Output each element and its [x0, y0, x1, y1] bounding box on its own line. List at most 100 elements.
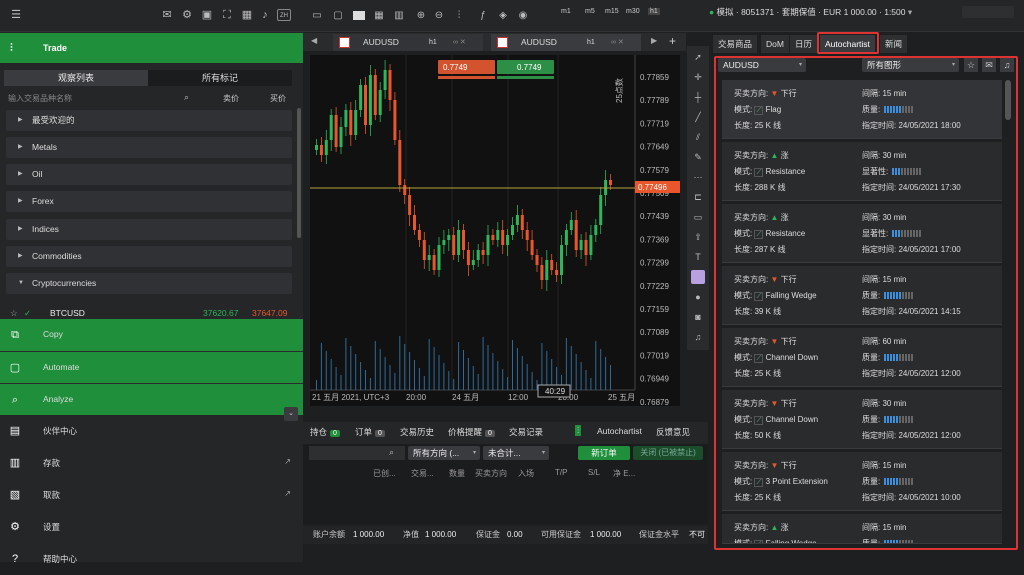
positions-search-input[interactable]: ⌕: [309, 446, 405, 460]
category-favorites[interactable]: ▶ 最受欢迎的: [6, 110, 292, 131]
tab-calendar[interactable]: 日历: [790, 35, 818, 53]
hline-icon[interactable]: ┼: [691, 90, 705, 104]
layout-grid-icon[interactable]: ▦: [373, 10, 385, 22]
dot-icon[interactable]: ●: [691, 290, 705, 304]
tab-positions[interactable]: 持仓 0: [310, 426, 340, 438]
account-info[interactable]: ● 模拟 · 8051371 · 套期保值 · EUR 1 000.00 · 1…: [709, 6, 949, 20]
feedback-button[interactable]: 反馈意见: [656, 426, 690, 438]
timeframe-h1[interactable]: h1: [648, 8, 660, 15]
bell-icon[interactable]: ♫: [691, 330, 705, 344]
timeframe-m30[interactable]: m30: [626, 8, 640, 15]
sidebar-item-copy[interactable]: ⧉ Copy: [0, 319, 303, 351]
tab-orders[interactable]: 订单 0: [355, 426, 385, 438]
buy-price[interactable]: 37647.09: [252, 308, 287, 318]
sidebar-item-analyze[interactable]: ⌕ Analyze: [0, 383, 303, 415]
symbol-filter[interactable]: AUDUSD ▾: [718, 58, 806, 72]
candles-type-icon[interactable]: ⫶: [453, 10, 465, 22]
channel-icon[interactable]: ⫽: [691, 130, 705, 144]
pattern-card[interactable]: 买卖方向: ▲ 涨模式: ⟋ Resistance 长度: 288 K 线 间隔: …: [722, 142, 1002, 201]
layers-icon[interactable]: ◈: [497, 10, 509, 22]
top-right-control[interactable]: [962, 6, 1014, 18]
tab-news[interactable]: 新闻: [880, 35, 908, 53]
sidebar-item-automate[interactable]: ▢ Automate: [0, 351, 303, 383]
category-oil[interactable]: ▶ Oil: [6, 164, 292, 185]
zoom-out-icon[interactable]: ⊖: [433, 10, 445, 22]
category-metals[interactable]: ▶ Metals: [6, 137, 292, 158]
timeframe-m5[interactable]: m5: [585, 8, 595, 15]
autochartist-scrollbar[interactable]: [1005, 80, 1011, 120]
pattern-card[interactable]: 买卖方向: ▼ 下行 模式: ⟋ Falling Wedge 长度: 39 K 线 间…: [722, 266, 1002, 325]
hamburger-menu-icon[interactable]: ☰: [9, 9, 23, 21]
timeframe-m1[interactable]: m1: [561, 8, 571, 15]
zoom-in-icon[interactable]: ⊕: [415, 10, 427, 22]
watchlist-scrollbar[interactable]: [297, 108, 301, 238]
column-header[interactable]: 数量: [449, 468, 465, 479]
tab-trade-log[interactable]: 交易记录: [509, 426, 543, 438]
layout-single-icon[interactable]: [353, 11, 365, 20]
prev-tab-icon[interactable]: ◀: [311, 36, 317, 45]
pattern-card[interactable]: 买卖方向: ▼ 下行 模式: ⟋ Flag 长度: 25 K 线 间隔: 15 min…: [722, 80, 1002, 139]
autochartist-button[interactable]: Autochartist: [597, 426, 642, 436]
color-icon[interactable]: [691, 270, 705, 284]
sound-icon[interactable]: ♪: [258, 9, 272, 21]
category-forex[interactable]: ▶ Forex: [6, 191, 292, 212]
aggregate-filter[interactable]: 未合计... ▾: [483, 446, 549, 460]
search-icon[interactable]: ⌕: [184, 92, 189, 103]
tab-watchlist[interactable]: 观察列表: [4, 70, 148, 86]
category-indices[interactable]: ▶ Indices: [6, 219, 292, 240]
tab-trade-history[interactable]: 交易历史: [400, 426, 434, 438]
single-chart-icon[interactable]: ▢: [332, 10, 344, 22]
sidebar-item-deposit[interactable]: ▥ 存款 ↗: [0, 447, 303, 479]
monitor-icon[interactable]: ▭: [311, 10, 323, 22]
crosshair-icon[interactable]: ✛: [691, 70, 705, 84]
bell-icon[interactable]: ♫: [1000, 58, 1014, 72]
new-order-button[interactable]: 新订单: [578, 446, 630, 460]
column-header[interactable]: 交易...: [411, 468, 434, 479]
direction-filter[interactable]: 所有方向 (... ▾: [408, 446, 480, 460]
chart-tab-1[interactable]: AUDUSD h1 ∞ ✕: [333, 34, 483, 51]
sidebar-item-withdraw[interactable]: ▧ 取款 ↗: [0, 479, 303, 511]
column-header[interactable]: S/L: [588, 468, 600, 477]
chart-tab-2[interactable]: AUDUSD h1 ∞ ✕: [491, 34, 641, 51]
trade-section-header[interactable]: ⫶ Trade: [0, 33, 303, 63]
pattern-filter[interactable]: 所有图形 ▾: [862, 58, 959, 72]
column-header[interactable]: 买卖方向: [475, 468, 507, 479]
image-icon[interactable]: ▣: [200, 9, 214, 21]
tab-all-symbols[interactable]: 所有标记: [148, 70, 292, 86]
eye-icon[interactable]: ◉: [517, 10, 529, 22]
cursor-icon[interactable]: ➚: [691, 50, 705, 64]
camera-icon[interactable]: ◙: [691, 310, 705, 324]
column-header[interactable]: 净 E...: [613, 468, 635, 479]
tab-price-alerts[interactable]: 价格提醒 0: [448, 426, 495, 438]
column-header[interactable]: T/P: [555, 468, 567, 477]
sell-price[interactable]: 37620.67: [203, 308, 238, 318]
sidebar-item-settings[interactable]: ⚙ 设置: [0, 511, 303, 543]
layout-icon[interactable]: ▦: [240, 9, 254, 21]
link-icon[interactable]: ∞ ✕: [453, 34, 466, 51]
ruler-icon[interactable]: ⊏: [691, 190, 705, 204]
tab-symbols[interactable]: 交易商品: [713, 35, 758, 53]
fib-icon[interactable]: ⋯: [691, 170, 705, 184]
callout-icon[interactable]: ▭: [691, 210, 705, 224]
add-tab-icon[interactable]: +: [669, 34, 676, 48]
user-settings-icon[interactable]: ⚙: [180, 9, 194, 21]
pattern-card[interactable]: 买卖方向: ▲ 涨模式: ⟋ Falling Wedge长度: 间隔: 15 m…: [722, 514, 1002, 544]
sidebar-item-help-center[interactable]: ? 帮助中心: [0, 543, 303, 575]
star-icon[interactable]: ☆: [10, 308, 18, 319]
next-tab-icon[interactable]: ▶: [651, 36, 657, 45]
column-header[interactable]: 已创...: [373, 468, 396, 479]
close-all-button[interactable]: 关闭 (已被禁止): [633, 446, 703, 460]
brush-icon[interactable]: ✎: [691, 150, 705, 164]
tab-dom[interactable]: DoM: [761, 35, 789, 53]
fullscreen-icon[interactable]: ⛶: [220, 9, 234, 21]
category-commodities[interactable]: ▶ Commodities: [6, 246, 292, 267]
arrow-up-icon[interactable]: ⇧: [691, 230, 705, 244]
star-icon[interactable]: ☆: [964, 58, 978, 72]
indicators-icon[interactable]: ƒ: [477, 10, 489, 22]
pattern-card[interactable]: 买卖方向: ▼ 下行 模式: ⟋ Channel Down 长度: 25 K 线 间隔…: [722, 328, 1002, 387]
layout-split-icon[interactable]: ▥: [393, 10, 405, 22]
mail-icon[interactable]: ✉: [160, 9, 174, 21]
timeframe-m15[interactable]: m15: [605, 8, 619, 15]
link-icon[interactable]: ∞ ✕: [611, 34, 624, 51]
language-icon[interactable]: ZH: [277, 9, 291, 21]
